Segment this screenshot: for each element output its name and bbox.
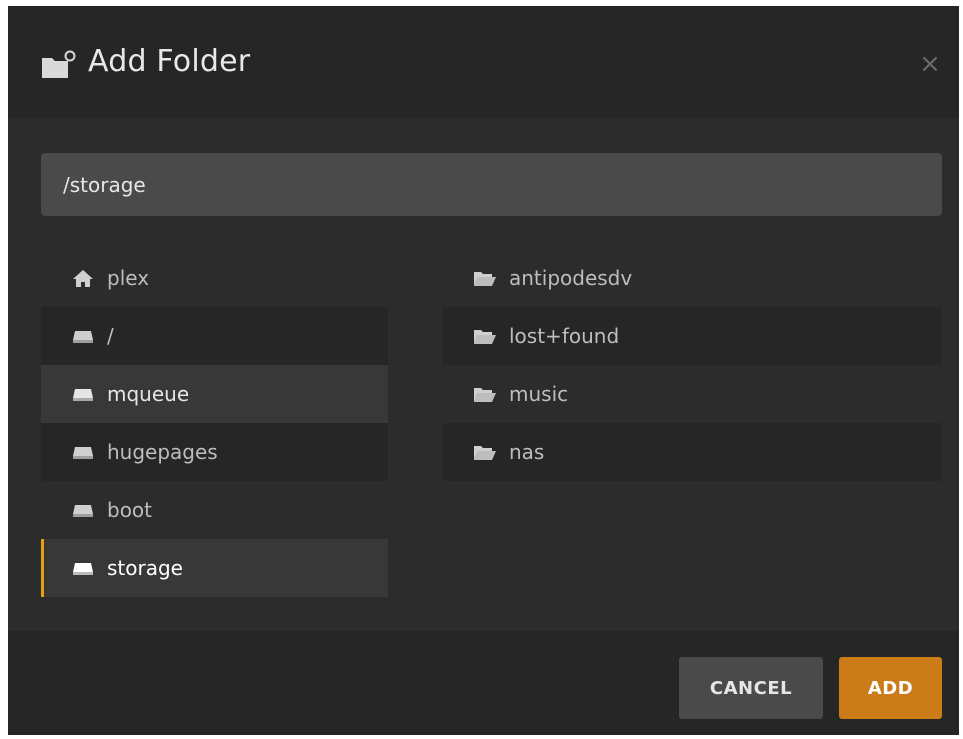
location-label: hugepages (107, 440, 218, 464)
dialog-title: Add Folder (88, 44, 251, 79)
location-item-storage[interactable]: storage (41, 539, 388, 597)
location-item-plex[interactable]: plex (41, 249, 388, 307)
location-label: mqueue (107, 382, 190, 406)
drive-icon (71, 558, 95, 578)
home-icon (71, 268, 95, 288)
dialog-footer: CANCEL ADD (8, 631, 959, 735)
folders-list: antipodesdv lost+found music nas (443, 249, 942, 481)
folder-open-icon (473, 268, 497, 288)
folder-label: lost+found (509, 324, 620, 348)
folder-label: antipodesdv (509, 266, 633, 290)
location-label: storage (107, 556, 183, 580)
folder-add-icon (40, 50, 76, 80)
cancel-button[interactable]: CANCEL (679, 657, 823, 719)
locations-list: plex / mqueue hugepages boot storage (41, 249, 388, 597)
location-item-root[interactable]: / (41, 307, 388, 365)
drive-icon (71, 442, 95, 462)
dialog-header: Add Folder × (8, 6, 959, 118)
location-item-hugepages[interactable]: hugepages (41, 423, 388, 481)
folder-item-music[interactable]: music (443, 365, 942, 423)
location-label: plex (107, 266, 150, 290)
add-button[interactable]: ADD (839, 657, 942, 719)
drive-icon (71, 384, 95, 404)
add-folder-dialog: Add Folder × plex / (8, 6, 959, 735)
location-item-mqueue[interactable]: mqueue (41, 365, 388, 423)
location-label: / (107, 324, 114, 348)
folder-open-icon (473, 442, 497, 462)
folder-item-nas[interactable]: nas (443, 423, 942, 481)
location-item-boot[interactable]: boot (41, 481, 388, 539)
close-icon[interactable]: × (916, 50, 944, 78)
folder-open-icon (473, 326, 497, 346)
path-input[interactable] (41, 153, 942, 216)
folder-item-lost-found[interactable]: lost+found (443, 307, 942, 365)
drive-icon (71, 326, 95, 346)
folder-label: music (509, 382, 569, 406)
folder-open-icon (473, 384, 497, 404)
drive-icon (71, 500, 95, 520)
location-label: boot (107, 498, 153, 522)
folder-item-antipodesdv[interactable]: antipodesdv (443, 249, 942, 307)
folder-label: nas (509, 440, 545, 464)
